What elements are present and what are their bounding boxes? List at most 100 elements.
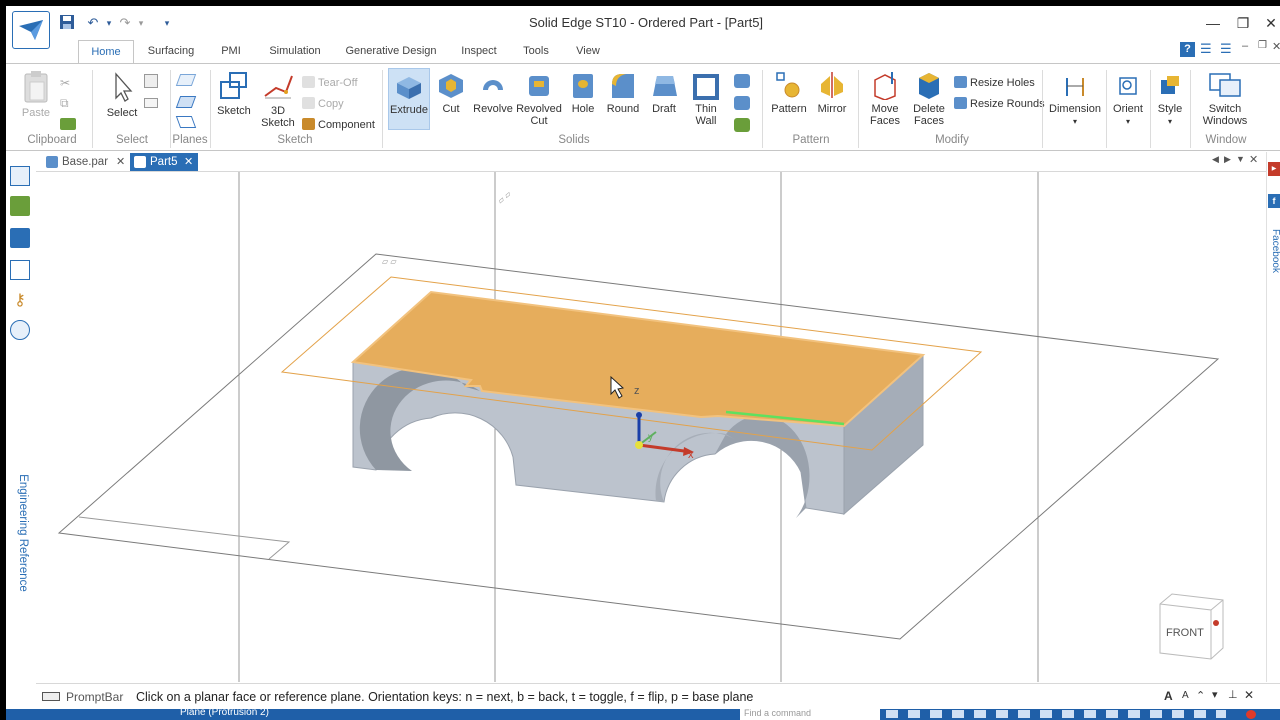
tab-scroll-left-icon[interactable]: ◀ [1212, 154, 1219, 165]
options-icon[interactable]: ☰ [1220, 41, 1232, 57]
doc-tab-part5[interactable]: Part5 ✕ [130, 153, 198, 171]
mirror-icon [821, 72, 843, 98]
graphics-viewport[interactable]: ▱ ▱ ▱ ▱ z x y FRONT [36, 172, 1266, 682]
prompt-message: Click on a planar face or reference plan… [136, 690, 754, 704]
doc-close-icon[interactable]: ✕ [1272, 40, 1280, 53]
select-button[interactable]: Select [102, 70, 142, 119]
style-button[interactable]: Style ▾ [1152, 74, 1188, 128]
properties-icon[interactable] [10, 260, 30, 280]
switch-windows-button[interactable]: Switch Windows [1196, 70, 1254, 127]
minimize-button[interactable]: — [1202, 13, 1224, 33]
dropdown-icon: ▾ [1167, 117, 1172, 126]
copy-icon [302, 97, 315, 109]
sketch-button[interactable]: Sketch [214, 70, 254, 117]
plane-coincident-icon[interactable] [175, 74, 197, 86]
collapse-icon[interactable]: ⌃ [1196, 689, 1205, 702]
pathfinder-icon[interactable] [10, 166, 30, 186]
command-finder-input[interactable]: Find a command [740, 709, 880, 720]
font-increase-icon[interactable]: A [1164, 689, 1173, 703]
hole-button[interactable]: Hole [566, 70, 600, 115]
delete-faces-button[interactable]: Delete Faces [908, 70, 950, 127]
plane-angle-icon[interactable] [175, 116, 197, 128]
record-icon[interactable] [1246, 710, 1256, 719]
prompt-bar: PromptBar Click on a planar face or refe… [36, 683, 1280, 709]
solids-more-2-icon[interactable] [734, 96, 750, 110]
tab-inspect[interactable]: Inspect [454, 40, 504, 64]
application-button[interactable] [12, 11, 50, 49]
tab-pmi[interactable]: PMI [212, 40, 250, 64]
orient-button[interactable]: Orient ▾ [1108, 74, 1148, 128]
part-body[interactable] [350, 290, 926, 518]
status-view-buttons[interactable] [886, 710, 1226, 718]
close-tab-icon[interactable]: ✕ [116, 153, 125, 171]
facebook-icon[interactable]: f [1268, 194, 1280, 208]
tab-list-icon[interactable]: ▼ [1236, 154, 1245, 164]
key-icon[interactable]: ⚷ [10, 290, 30, 310]
restore-button[interactable]: ❐ [1232, 13, 1254, 33]
tab-simulation[interactable]: Simulation [262, 40, 328, 64]
layers-icon[interactable] [10, 228, 30, 248]
round-icon [612, 74, 634, 98]
window-group-label: Window [1205, 134, 1247, 146]
view-cube[interactable]: FRONT [1159, 593, 1224, 660]
tab-scroll-right-icon[interactable]: ▶ [1224, 154, 1231, 165]
tab-generative-design[interactable]: Generative Design [340, 40, 442, 64]
select-box-icon[interactable] [144, 98, 158, 108]
cut-clipboard-icon[interactable]: ✂ [60, 76, 70, 90]
component-button[interactable]: Component [302, 118, 375, 132]
tab-surfacing[interactable]: Surfacing [142, 40, 200, 64]
tab-tools[interactable]: Tools [516, 40, 556, 64]
customize-qat-icon[interactable]: ▾ [158, 14, 176, 32]
doc-minimize-icon[interactable]: – [1242, 40, 1248, 52]
mirror-button[interactable]: Mirror [812, 70, 852, 115]
help-icon[interactable]: ? [1180, 42, 1195, 57]
plane-parallel-icon[interactable] [175, 96, 197, 108]
pin-icon[interactable]: ⊥ [1228, 688, 1238, 701]
format-painter-icon[interactable] [60, 118, 76, 130]
engineering-reference-tab[interactable]: Engineering Reference [11, 469, 29, 597]
paste-button[interactable]: Paste [18, 70, 54, 119]
solids-more-1-icon[interactable] [734, 74, 750, 88]
list-icon[interactable]: ☰ [1200, 41, 1212, 57]
save-icon[interactable] [58, 14, 76, 32]
close-prompt-icon[interactable]: ✕ [1244, 688, 1254, 702]
pattern-button[interactable]: Pattern [768, 70, 810, 115]
expand-icon[interactable]: ▾ [1212, 688, 1218, 701]
copy-clipboard-icon[interactable]: ⧉ [60, 96, 69, 111]
thin-wall-button[interactable]: Thin Wall [688, 70, 724, 127]
tear-off-button[interactable]: Tear-Off [302, 76, 358, 90]
component-icon [302, 118, 315, 130]
dimension-button[interactable]: Dimension ▾ [1046, 74, 1104, 128]
sketch-copy-button[interactable]: Copy [302, 97, 344, 111]
font-decrease-icon[interactable]: A [1182, 690, 1189, 701]
separator [382, 70, 383, 148]
modify-group-label: Modify [935, 134, 969, 146]
extrude-icon [397, 77, 421, 99]
resize-rounds-button[interactable]: Resize Rounds [954, 97, 1045, 111]
close-button[interactable]: ✕ [1260, 13, 1280, 33]
revolved-cut-button[interactable]: Revolved Cut [516, 70, 562, 127]
resize-holes-button[interactable]: Resize Holes [954, 76, 1035, 90]
revolve-button[interactable]: Revolve [472, 70, 514, 115]
move-faces-button[interactable]: Move Faces [864, 70, 906, 127]
draft-button[interactable]: Draft [646, 70, 682, 115]
close-tab-icon[interactable]: ✕ [184, 153, 193, 171]
round-button[interactable]: Round [604, 70, 642, 115]
feature-library-icon[interactable] [10, 196, 30, 216]
tab-view[interactable]: View [568, 40, 608, 64]
tab-home[interactable]: Home [78, 40, 134, 64]
youtube-icon[interactable]: ▶ [1268, 162, 1280, 176]
facebook-tab[interactable]: Facebook [1267, 222, 1280, 280]
solids-more-3-icon[interactable] [734, 118, 750, 132]
close-all-tabs-icon[interactable]: ✕ [1249, 153, 1258, 166]
3d-sketch-button[interactable]: 3D Sketch [258, 70, 298, 129]
engineering-reference-icon[interactable] [10, 320, 30, 340]
doc-tab-base[interactable]: Base.par ✕ [42, 153, 126, 171]
model-canvas: ▱ ▱ ▱ ▱ z x y FRONT [57, 172, 1224, 682]
redo-dropdown-icon[interactable]: ▾ [132, 14, 150, 32]
doc-restore-icon[interactable]: ❐ [1258, 40, 1267, 51]
select-filter-icon[interactable] [144, 74, 158, 88]
reference-plane-edge [78, 516, 291, 560]
cut-button[interactable]: Cut [434, 70, 468, 115]
extrude-button[interactable]: Extrude [388, 68, 430, 130]
